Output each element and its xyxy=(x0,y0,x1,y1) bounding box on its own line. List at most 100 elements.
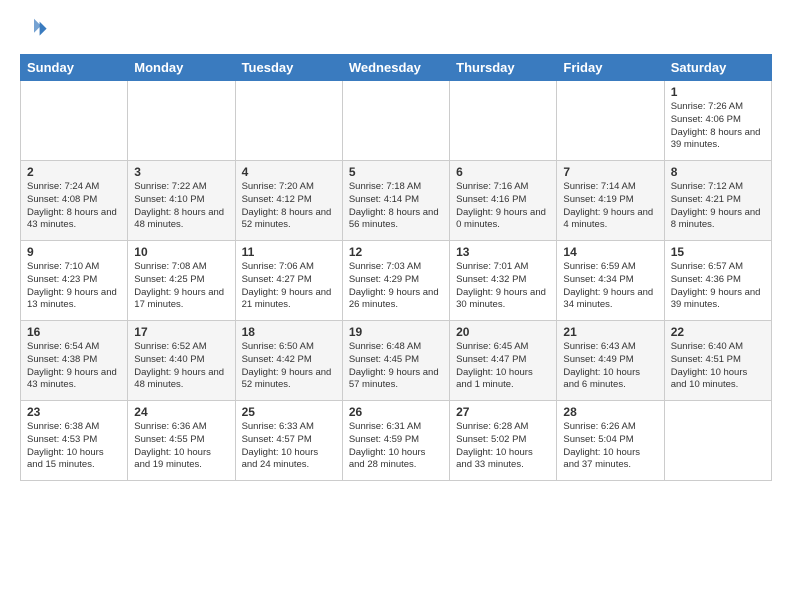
calendar-cell xyxy=(235,81,342,161)
calendar-cell: 4 Sunrise: 7:20 AM Sunset: 4:12 PM Daylig… xyxy=(235,161,342,241)
day-info: Sunrise: 7:18 AM Sunset: 4:14 PM Dayligh… xyxy=(349,181,443,232)
day-info: Sunrise: 6:48 AM Sunset: 4:45 PM Dayligh… xyxy=(349,341,443,392)
weekday-thursday: Thursday xyxy=(450,55,557,81)
calendar-week-1: 1 Sunrise: 7:26 AM Sunset: 4:06 PM Daylig… xyxy=(21,81,772,161)
calendar-cell: 14 Sunrise: 6:59 AM Sunset: 4:34 PM Dayli… xyxy=(557,241,664,321)
day-info: Sunrise: 7:06 AM Sunset: 4:27 PM Dayligh… xyxy=(242,261,336,312)
calendar-cell: 8 Sunrise: 7:12 AM Sunset: 4:21 PM Daylig… xyxy=(664,161,771,241)
header xyxy=(20,16,772,44)
calendar-cell: 27 Sunrise: 6:28 AM Sunset: 5:02 PM Dayli… xyxy=(450,401,557,481)
day-number: 5 xyxy=(349,165,443,179)
day-info: Sunrise: 7:03 AM Sunset: 4:29 PM Dayligh… xyxy=(349,261,443,312)
calendar-cell: 23 Sunrise: 6:38 AM Sunset: 4:53 PM Dayli… xyxy=(21,401,128,481)
calendar-cell: 15 Sunrise: 6:57 AM Sunset: 4:36 PM Dayli… xyxy=(664,241,771,321)
day-info: Sunrise: 6:28 AM Sunset: 5:02 PM Dayligh… xyxy=(456,421,550,472)
day-info: Sunrise: 6:57 AM Sunset: 4:36 PM Dayligh… xyxy=(671,261,765,312)
calendar-cell xyxy=(21,81,128,161)
calendar-cell: 1 Sunrise: 7:26 AM Sunset: 4:06 PM Daylig… xyxy=(664,81,771,161)
weekday-friday: Friday xyxy=(557,55,664,81)
day-info: Sunrise: 6:40 AM Sunset: 4:51 PM Dayligh… xyxy=(671,341,765,392)
day-number: 25 xyxy=(242,405,336,419)
day-number: 8 xyxy=(671,165,765,179)
day-number: 14 xyxy=(563,245,657,259)
calendar-cell xyxy=(128,81,235,161)
calendar-cell: 17Sunrise: 6:52 AM Sunset: 4:40 PM Dayli… xyxy=(128,321,235,401)
calendar-cell: 2 Sunrise: 7:24 AM Sunset: 4:08 PM Daylig… xyxy=(21,161,128,241)
day-number: 2 xyxy=(27,165,121,179)
day-number: 26 xyxy=(349,405,443,419)
calendar-cell: 7 Sunrise: 7:14 AM Sunset: 4:19 PM Daylig… xyxy=(557,161,664,241)
calendar-cell: 25 Sunrise: 6:33 AM Sunset: 4:57 PM Dayli… xyxy=(235,401,342,481)
day-info: Sunrise: 6:31 AM Sunset: 4:59 PM Dayligh… xyxy=(349,421,443,472)
calendar-cell: 12 Sunrise: 7:03 AM Sunset: 4:29 PM Dayli… xyxy=(342,241,449,321)
calendar-cell: 3 Sunrise: 7:22 AM Sunset: 4:10 PM Daylig… xyxy=(128,161,235,241)
day-number: 12 xyxy=(349,245,443,259)
calendar-cell xyxy=(450,81,557,161)
weekday-saturday: Saturday xyxy=(664,55,771,81)
day-number: 18 xyxy=(242,325,336,339)
calendar-cell: 13 Sunrise: 7:01 AM Sunset: 4:32 PM Dayli… xyxy=(450,241,557,321)
calendar-week-5: 23 Sunrise: 6:38 AM Sunset: 4:53 PM Dayli… xyxy=(21,401,772,481)
calendar-cell: 18Sunrise: 6:50 AM Sunset: 4:42 PM Dayli… xyxy=(235,321,342,401)
day-number: 20 xyxy=(456,325,550,339)
day-number: 21 xyxy=(563,325,657,339)
day-info: Sunrise: 6:54 AM Sunset: 4:38 PM Dayligh… xyxy=(27,341,121,392)
day-number: 11 xyxy=(242,245,336,259)
calendar-cell: 20 Sunrise: 6:45 AM Sunset: 4:47 PM Dayli… xyxy=(450,321,557,401)
calendar-week-2: 2 Sunrise: 7:24 AM Sunset: 4:08 PM Daylig… xyxy=(21,161,772,241)
calendar-cell: 5 Sunrise: 7:18 AM Sunset: 4:14 PM Daylig… xyxy=(342,161,449,241)
day-info: Sunrise: 7:14 AM Sunset: 4:19 PM Dayligh… xyxy=(563,181,657,232)
calendar-cell: 6Sunrise: 7:16 AM Sunset: 4:16 PM Daylig… xyxy=(450,161,557,241)
day-number: 15 xyxy=(671,245,765,259)
calendar-week-4: 16 Sunrise: 6:54 AM Sunset: 4:38 PM Dayli… xyxy=(21,321,772,401)
calendar-cell xyxy=(342,81,449,161)
day-info: Sunrise: 7:08 AM Sunset: 4:25 PM Dayligh… xyxy=(134,261,228,312)
calendar-cell: 16 Sunrise: 6:54 AM Sunset: 4:38 PM Dayli… xyxy=(21,321,128,401)
weekday-monday: Monday xyxy=(128,55,235,81)
day-number: 4 xyxy=(242,165,336,179)
day-info: Sunrise: 7:01 AM Sunset: 4:32 PM Dayligh… xyxy=(456,261,550,312)
calendar-cell: 22 Sunrise: 6:40 AM Sunset: 4:51 PM Dayli… xyxy=(664,321,771,401)
day-number: 22 xyxy=(671,325,765,339)
calendar-cell: 28 Sunrise: 6:26 AM Sunset: 5:04 PM Dayli… xyxy=(557,401,664,481)
day-info: Sunrise: 6:33 AM Sunset: 4:57 PM Dayligh… xyxy=(242,421,336,472)
day-number: 16 xyxy=(27,325,121,339)
day-info: Sunrise: 6:52 AM Sunset: 4:40 PM Dayligh… xyxy=(134,341,228,392)
day-number: 19 xyxy=(349,325,443,339)
day-number: 1 xyxy=(671,85,765,99)
calendar-cell: 11 Sunrise: 7:06 AM Sunset: 4:27 PM Dayli… xyxy=(235,241,342,321)
calendar-cell xyxy=(664,401,771,481)
day-number: 13 xyxy=(456,245,550,259)
day-info: Sunrise: 6:43 AM Sunset: 4:49 PM Dayligh… xyxy=(563,341,657,392)
calendar-cell: 26 Sunrise: 6:31 AM Sunset: 4:59 PM Dayli… xyxy=(342,401,449,481)
logo xyxy=(20,16,52,44)
weekday-header-row: SundayMondayTuesdayWednesdayThursdayFrid… xyxy=(21,55,772,81)
calendar-cell: 10 Sunrise: 7:08 AM Sunset: 4:25 PM Dayli… xyxy=(128,241,235,321)
weekday-tuesday: Tuesday xyxy=(235,55,342,81)
day-info: Sunrise: 7:26 AM Sunset: 4:06 PM Dayligh… xyxy=(671,101,765,152)
calendar-cell: 24Sunrise: 6:36 AM Sunset: 4:55 PM Dayli… xyxy=(128,401,235,481)
calendar-cell: 19 Sunrise: 6:48 AM Sunset: 4:45 PM Dayli… xyxy=(342,321,449,401)
day-info: Sunrise: 7:16 AM Sunset: 4:16 PM Dayligh… xyxy=(456,181,550,232)
day-number: 10 xyxy=(134,245,228,259)
day-info: Sunrise: 7:22 AM Sunset: 4:10 PM Dayligh… xyxy=(134,181,228,232)
calendar-cell: 9Sunrise: 7:10 AM Sunset: 4:23 PM Daylig… xyxy=(21,241,128,321)
day-info: Sunrise: 6:38 AM Sunset: 4:53 PM Dayligh… xyxy=(27,421,121,472)
day-info: Sunrise: 6:26 AM Sunset: 5:04 PM Dayligh… xyxy=(563,421,657,472)
day-number: 3 xyxy=(134,165,228,179)
day-info: Sunrise: 7:24 AM Sunset: 4:08 PM Dayligh… xyxy=(27,181,121,232)
day-info: Sunrise: 7:20 AM Sunset: 4:12 PM Dayligh… xyxy=(242,181,336,232)
day-number: 23 xyxy=(27,405,121,419)
day-number: 27 xyxy=(456,405,550,419)
calendar-week-3: 9Sunrise: 7:10 AM Sunset: 4:23 PM Daylig… xyxy=(21,241,772,321)
day-info: Sunrise: 6:45 AM Sunset: 4:47 PM Dayligh… xyxy=(456,341,550,392)
day-info: Sunrise: 7:10 AM Sunset: 4:23 PM Dayligh… xyxy=(27,261,121,312)
day-info: Sunrise: 6:59 AM Sunset: 4:34 PM Dayligh… xyxy=(563,261,657,312)
day-number: 7 xyxy=(563,165,657,179)
page: SundayMondayTuesdayWednesdayThursdayFrid… xyxy=(0,0,792,491)
day-number: 24 xyxy=(134,405,228,419)
calendar-body: 1 Sunrise: 7:26 AM Sunset: 4:06 PM Daylig… xyxy=(21,81,772,481)
calendar-cell xyxy=(557,81,664,161)
day-number: 28 xyxy=(563,405,657,419)
day-info: Sunrise: 7:12 AM Sunset: 4:21 PM Dayligh… xyxy=(671,181,765,232)
